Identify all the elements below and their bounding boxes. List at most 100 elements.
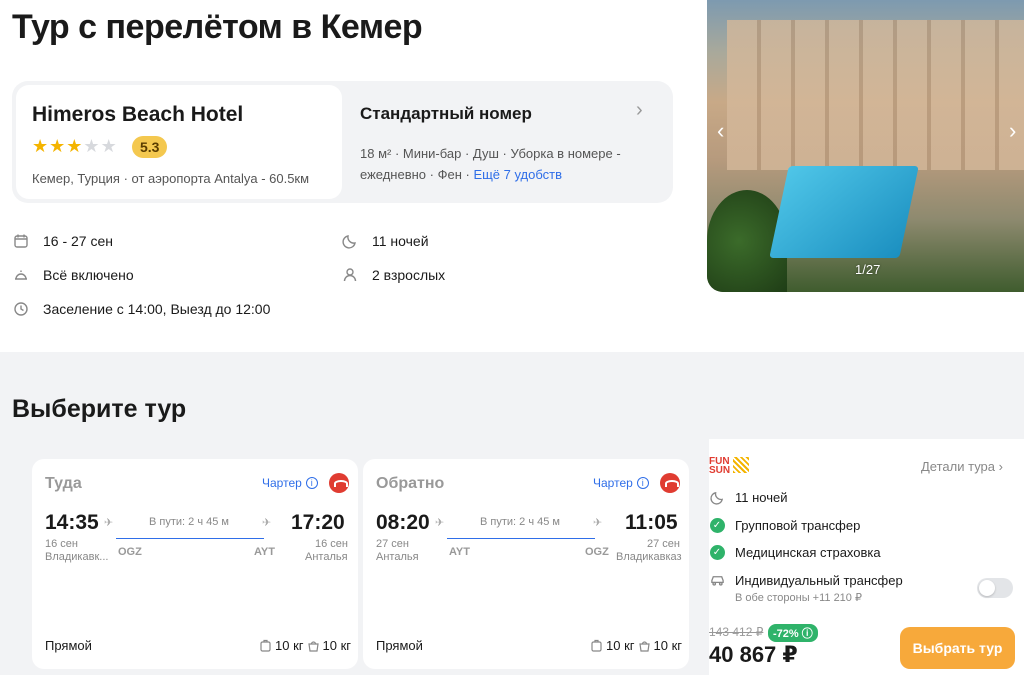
- star-empty-icon: ★: [83, 136, 100, 156]
- flight-duration: В пути: 2 ч 45 м: [149, 516, 229, 528]
- discount-badge: -72% ⓘ: [768, 624, 818, 642]
- hotel-name[interactable]: Himeros Beach Hotel: [32, 103, 243, 127]
- check-icon: ✓: [709, 517, 725, 533]
- tour-price: 40 867 ₽: [709, 642, 798, 667]
- individual-transfer-toggle[interactable]: [977, 578, 1013, 598]
- landing-icon: ✈: [262, 517, 272, 529]
- hotel-building-image: [727, 20, 1024, 170]
- arrival-time: 11:05: [625, 511, 678, 534]
- moon-icon: [342, 233, 358, 249]
- group-transfer-label: Групповой трансфер: [735, 517, 861, 533]
- baggage-info: 10 кг 10 кг: [591, 638, 682, 653]
- sun-icon: [733, 457, 749, 473]
- offer-summary: FUN SUN Детали тура › 11 ночей ✓ Группов…: [709, 439, 1024, 675]
- charter-label: Чартер: [262, 476, 302, 490]
- checkin-info: Заселение с 14:00, Выезд до 12:00: [43, 301, 271, 317]
- baggage-weight: 10 кг: [275, 638, 304, 653]
- tour-details-label: Детали тура: [921, 459, 996, 474]
- tour-offer-card: Туда Чартер i 14:35 16 сен Владикавк... ✈…: [12, 439, 1024, 675]
- offer-nights: 11 ночей: [709, 489, 788, 505]
- arrival-date: 16 сен: [315, 538, 348, 550]
- discount-value: -72%: [773, 628, 799, 640]
- person-icon: [342, 267, 358, 283]
- suitcase-icon: [591, 639, 602, 652]
- departure-time: 08:20: [376, 511, 430, 534]
- info-icon[interactable]: i: [636, 477, 649, 489]
- select-tour-button[interactable]: Выбрать тур: [900, 627, 1015, 669]
- calendar-icon: [13, 233, 29, 249]
- operator-logo: FUN SUN: [709, 457, 749, 476]
- flight-type: Прямой: [45, 638, 92, 653]
- meal-plan: Всё включено: [43, 267, 134, 283]
- individual-transfer: Индивидуальный трансфер: [709, 572, 903, 588]
- origin-code: OGZ: [118, 546, 142, 558]
- charter-badge[interactable]: Чартер i: [593, 476, 649, 490]
- departure-date: 16 сен: [45, 538, 78, 550]
- check-icon: ✓: [709, 544, 725, 560]
- arrival-city: Анталья: [305, 551, 348, 563]
- page-title: Тур с перелётом в Кемер: [12, 8, 423, 46]
- hotel-location: Кемер, Турция · от аэропорта Antalya - 6…: [32, 171, 310, 186]
- departure-date: 27 сен: [376, 538, 409, 550]
- chevron-left-icon[interactable]: ‹: [717, 118, 724, 144]
- arrival-date: 27 сен: [647, 538, 680, 550]
- clock-icon: [13, 301, 29, 317]
- route-line: [447, 538, 595, 539]
- hotel-card: Himeros Beach Hotel ★ ★ ★ ★ ★ 5.3 Кемер,…: [12, 81, 673, 203]
- hotel-info[interactable]: Himeros Beach Hotel ★ ★ ★ ★ ★ 5.3 Кемер,…: [16, 85, 342, 199]
- checkin-row: Заселение с 14:00, Выезд до 12:00: [13, 301, 270, 317]
- outbound-flight[interactable]: Туда Чартер i 14:35 16 сен Владикавк... ✈…: [32, 459, 358, 669]
- chevron-right-icon[interactable]: ›: [636, 99, 643, 122]
- guests-row: 2 взрослых: [342, 267, 445, 283]
- charter-badge[interactable]: Чартер i: [262, 476, 318, 490]
- car-icon: [709, 572, 725, 588]
- flight-route: ✈ В пути: 2 ч 45 м ✈: [104, 516, 274, 546]
- room-title[interactable]: Стандартный номер: [360, 104, 532, 124]
- chevron-right-icon[interactable]: ›: [1009, 118, 1016, 144]
- tour-dates: 16 - 27 сен: [43, 233, 113, 249]
- group-transfer: ✓ Групповой трансфер: [709, 517, 860, 533]
- cloche-icon: [13, 267, 29, 283]
- landing-icon: ✈: [593, 517, 603, 529]
- medical-insurance-label: Медицинская страховка: [735, 544, 881, 560]
- operator-logo-bottom: SUN: [709, 465, 731, 476]
- meal-row: Всё включено: [13, 267, 134, 283]
- star-icon: ★: [49, 136, 66, 156]
- hotel-header: Тур с перелётом в Кемер Himeros Beach Ho…: [0, 0, 1024, 352]
- leg-title: Туда: [45, 475, 82, 492]
- star-icon: ★: [66, 136, 83, 156]
- star-icon: ★: [32, 136, 49, 156]
- destination-code: AYT: [254, 546, 275, 558]
- rating-badge: 5.3: [132, 136, 168, 158]
- route-line: [116, 538, 264, 539]
- baggage-weight: 10 кг: [606, 638, 635, 653]
- info-icon[interactable]: i: [305, 477, 318, 489]
- moon-icon: [709, 489, 725, 505]
- tour-details-link[interactable]: Детали тура ›: [921, 459, 1003, 474]
- origin-code: AYT: [449, 546, 470, 558]
- hotel-photo-gallery[interactable]: ‹ › 1/27: [707, 0, 1024, 292]
- departure-time: 14:35: [45, 511, 99, 534]
- suitcase-icon: [260, 639, 271, 652]
- flight-route: ✈ В пути: 2 ч 45 м ✈: [435, 516, 605, 546]
- tour-nights: 11 ночей: [372, 233, 429, 249]
- info-icon: ⓘ: [801, 628, 813, 640]
- destination-code: OGZ: [585, 546, 609, 558]
- departure-city: Владикавк...: [45, 551, 109, 563]
- chevron-right-icon: ›: [998, 459, 1003, 474]
- more-amenities-link[interactable]: Ещё 7 удобств: [473, 167, 562, 182]
- handluggage-weight: 10 кг: [653, 638, 683, 653]
- handluggage-weight: 10 кг: [322, 638, 352, 653]
- airline-logo-icon: [329, 473, 349, 493]
- old-price: 143 412 ₽: [709, 625, 764, 639]
- flight-type: Прямой: [376, 638, 423, 653]
- dates-row: 16 - 27 сен: [13, 233, 113, 249]
- individual-transfer-label: Индивидуальный трансфер: [735, 572, 903, 588]
- room-amenities: 18 м² · Мини-бар · Душ · Уборка в номере…: [360, 143, 650, 185]
- medical-insurance: ✓ Медицинская страховка: [709, 544, 881, 560]
- pool-image: [769, 166, 919, 258]
- return-flight[interactable]: Обратно Чартер i 08:20 27 сен Анталья ✈ В…: [363, 459, 689, 669]
- departure-city: Анталья: [376, 551, 419, 563]
- individual-transfer-price: В обе стороны +11 210 ₽: [735, 592, 862, 604]
- photo-counter: 1/27: [855, 262, 881, 277]
